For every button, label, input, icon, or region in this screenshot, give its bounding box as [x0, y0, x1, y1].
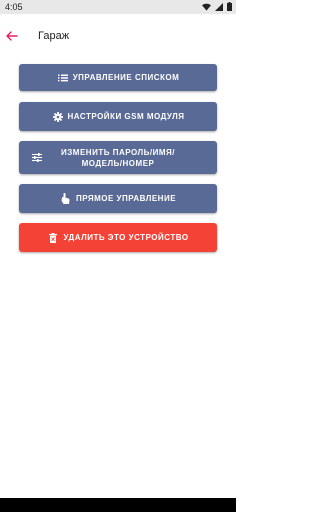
arrow-left-icon[interactable] [4, 28, 20, 44]
status-icons [202, 1, 232, 13]
list-icon [57, 72, 69, 84]
page-title: Гараж [38, 30, 70, 42]
direct-control-button[interactable]: ПРЯМОЕ УПРАВЛЕНИЕ [19, 184, 217, 213]
toolbar: Гараж [0, 14, 236, 58]
gsm-settings-label: НАСТРОЙКИ GSM МОДУЛЯ [67, 112, 185, 121]
touch-icon [60, 193, 72, 205]
tune-icon [31, 151, 43, 163]
manage-list-label: УПРАВЛЕНИЕ СПИСКОМ [72, 73, 180, 82]
direct-control-label: ПРЯМОЕ УПРАВЛЕНИЕ [75, 194, 177, 203]
change-password-name-label: ИЗМЕНИТЬ ПАРОЛЬ/ИМЯ/ МОДЕЛЬ/НОМЕР [61, 147, 175, 168]
gear-icon [52, 111, 64, 123]
change-password-name-button[interactable]: ИЗМЕНИТЬ ПАРОЛЬ/ИМЯ/ МОДЕЛЬ/НОМЕР [19, 141, 217, 174]
delete-device-button[interactable]: УДАЛИТЬ ЭТО УСТРОЙСТВО [19, 223, 217, 252]
status-bar: 4:05 [0, 0, 236, 14]
delete-icon [47, 232, 59, 244]
status-time: 4:05 [5, 2, 23, 12]
manage-list-button[interactable]: УПРАВЛЕНИЕ СПИСКОМ [19, 64, 217, 91]
gsm-settings-button[interactable]: НАСТРОЙКИ GSM МОДУЛЯ [19, 102, 217, 131]
delete-device-label: УДАЛИТЬ ЭТО УСТРОЙСТВО [63, 233, 189, 242]
navigation-bar [0, 498, 236, 512]
